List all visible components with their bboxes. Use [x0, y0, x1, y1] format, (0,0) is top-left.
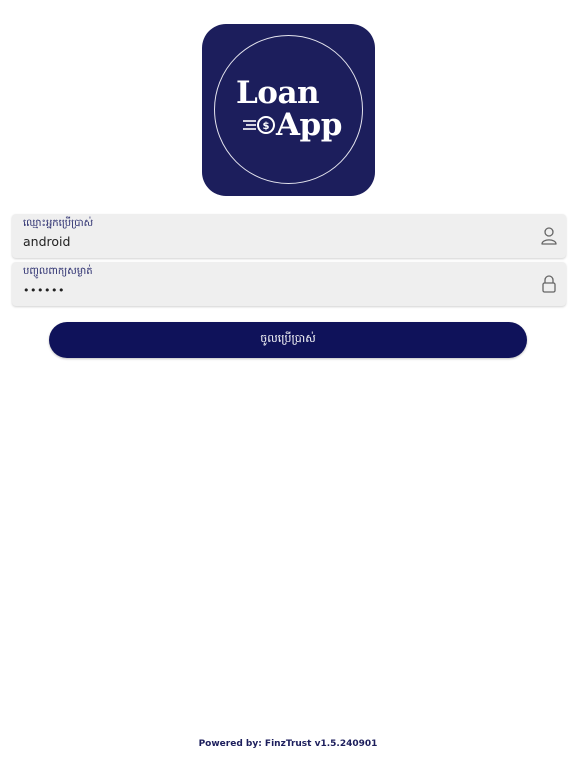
- coin-icon: $: [243, 116, 275, 134]
- username-field[interactable]: ឈ្មោះអ្នកប្រើប្រាស់ android: [12, 214, 566, 258]
- login-button-label: ចូលប្រើប្រាស់: [260, 332, 316, 345]
- svg-text:$: $: [263, 121, 270, 132]
- login-screen: Loan $ App ឈ្មោះអ្នកប្រើប្រាស់ android ប…: [0, 0, 576, 768]
- username-input[interactable]: android: [23, 234, 70, 250]
- password-input[interactable]: ••••••: [23, 283, 65, 299]
- password-label: បញ្ចូលពាក្យសម្ងាត់: [23, 266, 93, 277]
- app-logo: Loan $ App: [202, 24, 375, 196]
- user-icon: [541, 227, 557, 245]
- username-label: ឈ្មោះអ្នកប្រើប្រាស់: [23, 218, 94, 229]
- logo-text-line2: App: [276, 107, 342, 143]
- logo-text-line1: Loan: [236, 75, 320, 111]
- login-button[interactable]: ចូលប្រើប្រាស់: [49, 322, 527, 358]
- lock-icon: [542, 275, 556, 293]
- footer-powered-by: Powered by: FinzTrust v1.5.240901: [198, 739, 378, 749]
- password-field[interactable]: បញ្ចូលពាក្យសម្ងាត់ ••••••: [12, 262, 566, 306]
